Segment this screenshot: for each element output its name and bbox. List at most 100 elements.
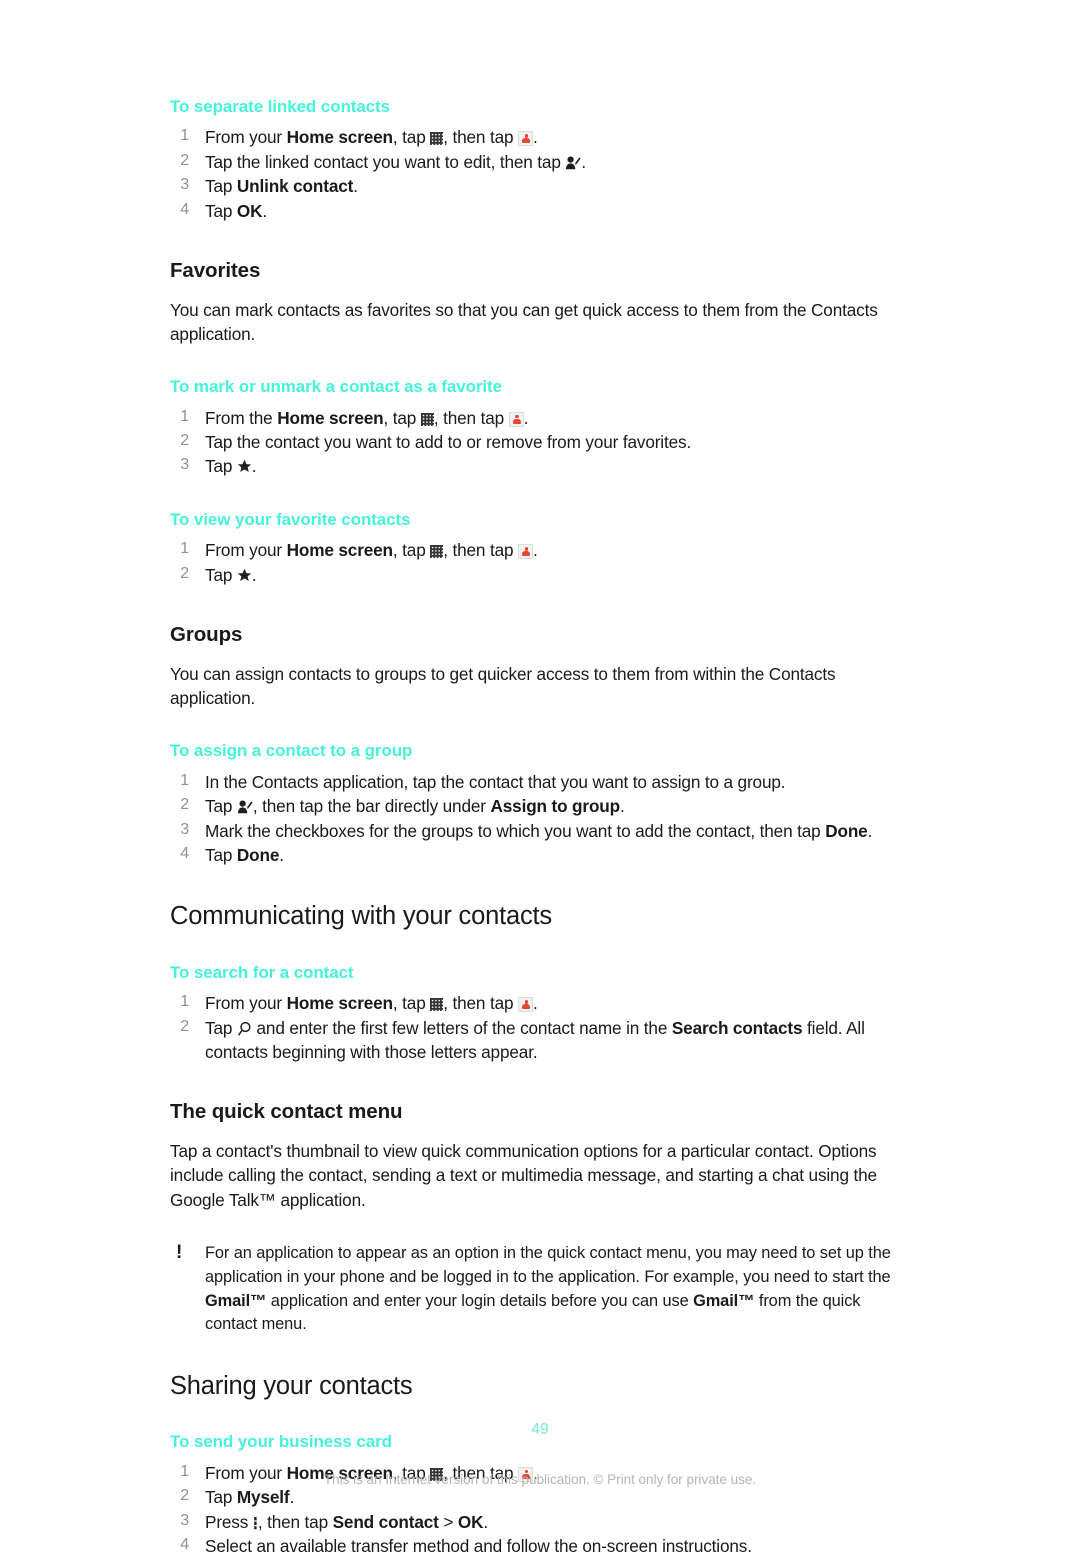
step-item: From the Home screen, tap , then tap . [170, 406, 910, 430]
step-text: . [533, 127, 538, 148]
ui-term: Done [825, 820, 868, 841]
section-heading-sharing-your-contacts: Sharing your contacts [170, 1371, 413, 1400]
steps-mark-unmark-favorite: From the Home screen, tap , then tap . T… [170, 406, 910, 479]
task-heading-search-for-a-contact: To search for a contact [170, 962, 354, 982]
step-text: . [620, 796, 625, 817]
contacts-app-icon [518, 544, 534, 560]
step-item: Tap . [170, 563, 910, 587]
step-text: Mark the checkboxes for the groups to wh… [205, 820, 826, 841]
contacts-app-icon [508, 411, 524, 427]
step-item: Mark the checkboxes for the groups to wh… [170, 819, 910, 843]
ui-term: Myself [236, 1487, 290, 1508]
step-text: , tap [392, 127, 431, 148]
step-text: , then tap [443, 127, 519, 148]
step-text: . [867, 820, 873, 841]
footer-note: This is an Internet version of this publ… [323, 1472, 757, 1487]
steps-separate-linked-contacts: From your Home screen, tap , then tap . … [170, 125, 910, 223]
ui-term: Home screen [286, 127, 393, 148]
ui-term: Gmail™ [693, 1291, 755, 1310]
contacts-app-icon [518, 131, 534, 147]
star-icon [237, 568, 252, 583]
search-magnifier-icon [237, 1021, 252, 1037]
step-text: From your [205, 127, 287, 148]
step-item: Tap the contact you want to add to or re… [170, 430, 910, 454]
step-text: Tap [205, 456, 237, 477]
steps-assign-contact-to-group: In the Contacts application, tap the con… [170, 770, 910, 868]
menu-key-icon [253, 1516, 258, 1530]
step-text: Press [205, 1511, 253, 1532]
task-heading-mark-unmark-favorite: To mark or unmark a contact as a favorit… [170, 377, 502, 397]
section-heading-quick-contact-menu: The quick contact menu [170, 1100, 403, 1124]
step-text: . [523, 407, 529, 428]
step-text: Tap [205, 176, 237, 197]
step-text: Tap [205, 564, 237, 585]
section-heading-communicating-with-your-contacts: Communicating with your contacts [170, 902, 552, 931]
step-text: Tap [205, 1487, 237, 1508]
step-item: From your Home screen, tap , then tap . [170, 125, 910, 149]
step-text: Tap the linked contact you want to edit,… [205, 151, 566, 172]
step-text: . [581, 151, 587, 172]
document-page: To separate linked contacts From your Ho… [0, 0, 1080, 1557]
step-text: . [533, 540, 538, 561]
step-item: Select an available transfer method and … [170, 1534, 910, 1558]
quick-contact-menu-paragraph: Tap a contact's thumbnail to view quick … [170, 1141, 877, 1210]
step-text: From your [205, 993, 287, 1014]
ui-term: Home screen [277, 407, 384, 428]
step-text: . [289, 1487, 295, 1508]
step-text: . [353, 176, 358, 197]
step-item: Tap the linked contact you want to edit,… [170, 150, 910, 174]
step-text: . [251, 564, 257, 585]
step-item: In the Contacts application, tap the con… [170, 770, 910, 794]
ui-term: Done [236, 844, 280, 865]
step-text: > [438, 1511, 458, 1532]
step-item: Tap Unlink contact. [170, 174, 910, 198]
step-text: , then tap [433, 407, 509, 428]
groups-intro-paragraph: You can assign contacts to groups to get… [170, 663, 836, 708]
step-text: Select an available transfer method and … [205, 1535, 752, 1556]
page-number: 49 [531, 1421, 549, 1438]
app-drawer-grid-icon [420, 412, 434, 426]
edit-contact-icon [565, 156, 581, 170]
step-text: , then tap [443, 540, 519, 561]
step-item: Press , then tap Send contact > OK. [170, 1510, 910, 1534]
favorites-intro-paragraph: You can mark contacts as favorites so th… [170, 299, 878, 344]
task-heading-assign-contact-to-group: To assign a contact to a group [170, 741, 413, 761]
ui-term: Home screen [286, 540, 393, 561]
star-icon [237, 459, 252, 474]
step-text: , tap [392, 540, 431, 561]
step-item: Tap Done. [170, 843, 910, 867]
step-text: Tap [205, 1017, 237, 1038]
step-text: Tap [205, 200, 237, 221]
step-text: , then tap [257, 1511, 333, 1532]
ui-term: Search contacts [671, 1017, 803, 1038]
section-heading-favorites: Favorites [170, 258, 261, 282]
step-text: . [251, 456, 257, 477]
step-text: . [262, 200, 268, 221]
ui-term: Home screen [286, 993, 393, 1014]
app-drawer-grid-icon [430, 132, 444, 146]
ui-term: Unlink contact [236, 176, 354, 197]
step-text: . [533, 993, 538, 1014]
step-item: Tap . [170, 454, 910, 478]
step-text: and enter the first few letters of the c… [251, 1017, 672, 1038]
step-text: . [279, 844, 284, 865]
step-item: Tap Myself. [170, 1485, 910, 1509]
ui-term: OK [457, 1511, 484, 1532]
step-text: From your [205, 540, 287, 561]
app-drawer-grid-icon [430, 998, 444, 1012]
step-item: Tap OK. [170, 199, 910, 223]
edit-contact-icon [237, 800, 253, 814]
note-text: application and enter your login details… [266, 1291, 694, 1310]
step-item: From your Home screen, tap , then tap . [170, 538, 910, 562]
app-drawer-grid-icon [430, 545, 444, 559]
step-text: . [483, 1511, 488, 1532]
step-item: Tap and enter the first few letters of t… [170, 1016, 910, 1065]
task-heading-view-favorite-contacts: To view your favorite contacts [170, 509, 411, 529]
step-text: Tap [205, 844, 237, 865]
ui-term: Assign to group [490, 796, 620, 817]
contacts-app-icon [518, 997, 534, 1013]
steps-view-favorite-contacts: From your Home screen, tap , then tap . … [170, 538, 910, 587]
ui-term: Send contact [332, 1511, 439, 1532]
note-text: For an application to appear as an optio… [205, 1244, 891, 1286]
note-callout: ! For an application to appear as an opti… [170, 1242, 910, 1337]
